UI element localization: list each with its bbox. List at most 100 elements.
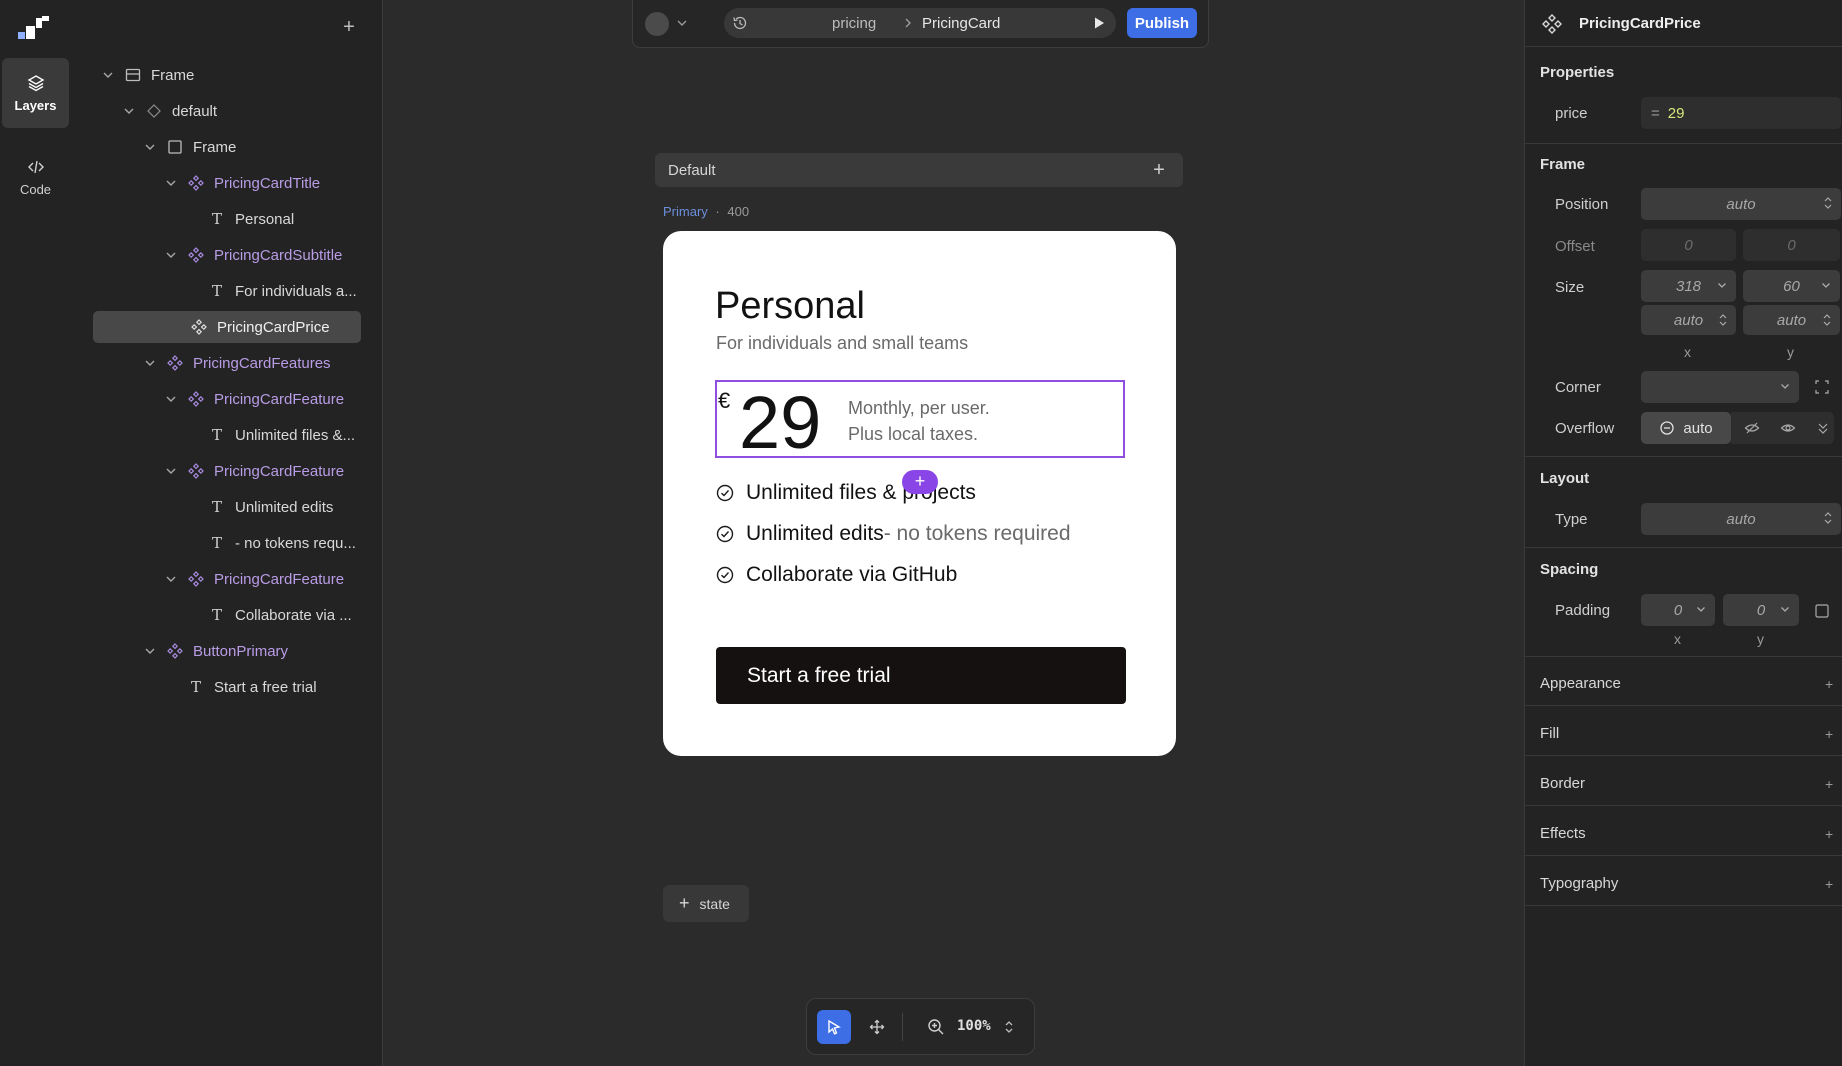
padding-y-input[interactable]: 0 (1723, 594, 1799, 626)
chevron-down-icon[interactable] (675, 16, 689, 30)
corner-expand-icon[interactable] (1814, 379, 1830, 395)
layer-row[interactable]: T Unlimited edits (185, 491, 333, 523)
layer-row[interactable]: default (122, 95, 217, 127)
price-prop-input[interactable]: = 29 (1641, 97, 1841, 129)
add-state-button[interactable]: + state (663, 885, 749, 922)
history-icon[interactable] (732, 15, 748, 31)
layer-row[interactable]: T Personal (185, 203, 294, 235)
expand-plus-icon[interactable]: + (1825, 876, 1833, 892)
layer-label: PricingCardFeatures (193, 354, 331, 372)
position-select[interactable]: auto (1641, 188, 1841, 220)
layer-row[interactable]: Frame (143, 131, 236, 163)
select-tool-button[interactable] (817, 1010, 851, 1044)
size-height-value: 60 (1783, 277, 1800, 295)
pricing-card-feature[interactable]: Unlimited edits - no tokens required (716, 522, 1071, 546)
avatar[interactable] (645, 12, 669, 36)
variant-bar[interactable]: Default + (655, 153, 1183, 187)
start-free-trial-button[interactable]: Start a free trial (716, 647, 1126, 704)
chevron-down-icon[interactable] (101, 68, 115, 82)
layer-row[interactable]: T Collaborate via ... (185, 599, 352, 631)
chevron-down-icon[interactable] (143, 140, 157, 154)
padding-axis-y: y (1757, 631, 1764, 647)
publish-button[interactable]: Publish (1127, 8, 1197, 38)
offset-x-input[interactable]: 0 (1641, 229, 1736, 261)
divider (1525, 905, 1842, 906)
zoom-icon[interactable] (927, 1018, 945, 1036)
chevron-down-icon[interactable] (143, 356, 157, 370)
padding-axis-x: x (1674, 631, 1681, 647)
size-height-input[interactable]: 60 (1743, 270, 1840, 302)
eye-icon[interactable] (1780, 420, 1796, 436)
padding-expand-icon[interactable] (1814, 603, 1830, 619)
zoom-level[interactable]: 100% (957, 1018, 991, 1034)
chevron-down-icon[interactable] (164, 176, 178, 190)
chevrons-down-icon[interactable] (1815, 420, 1831, 436)
rail-code-button[interactable]: Code (2, 142, 69, 212)
layer-row[interactable]: Frame (101, 59, 194, 91)
overflow-auto-button[interactable]: auto (1641, 412, 1731, 444)
play-icon[interactable] (1092, 16, 1106, 30)
price-prop-eq: = (1651, 104, 1660, 122)
chevron-updown-icon[interactable] (1003, 1019, 1015, 1035)
size-width-input[interactable]: 318 (1641, 270, 1736, 302)
layer-row[interactable]: T Unlimited files &... (185, 419, 355, 451)
layer-row[interactable]: T Start a free trial (164, 671, 317, 703)
layer-row[interactable]: PricingCardFeature (164, 383, 344, 415)
add-variant-plus-icon[interactable]: + (1150, 160, 1168, 180)
size-min-width-input[interactable]: auto (1641, 305, 1736, 335)
section-appearance[interactable]: Appearance (1540, 675, 1621, 692)
layer-row[interactable]: PricingCardFeature (164, 563, 344, 595)
chevron-down-icon (1822, 283, 1830, 288)
position-label: Position (1555, 196, 1609, 213)
layer-row[interactable]: PricingCardSubtitle (164, 239, 342, 271)
size-min-height-input[interactable]: auto (1743, 305, 1840, 335)
divider (1525, 805, 1842, 806)
layer-row[interactable]: T - no tokens requ... (185, 527, 356, 559)
pricing-card-price[interactable]: € 29 Monthly, per user. Plus local taxes… (715, 380, 1125, 464)
layer-row[interactable]: PricingCardTitle (164, 167, 320, 199)
chevron-down-icon[interactable] (164, 248, 178, 262)
expand-plus-icon[interactable]: + (1825, 826, 1833, 842)
expand-plus-icon[interactable]: + (1825, 776, 1833, 792)
corner-select[interactable] (1641, 371, 1799, 403)
move-tool-button[interactable] (860, 1010, 894, 1044)
size-label: Size (1555, 279, 1585, 296)
expand-plus-icon[interactable]: + (1825, 676, 1833, 692)
chevron-down-icon[interactable] (164, 464, 178, 478)
section-border[interactable]: Border (1540, 775, 1585, 792)
chevron-down-icon[interactable] (143, 644, 157, 658)
expand-plus-icon[interactable]: + (1825, 726, 1833, 742)
app-logo-icon[interactable] (18, 16, 50, 40)
layer-label: PricingCardFeature (214, 570, 345, 588)
frame-meta-dot: · (715, 204, 720, 219)
layer-row[interactable]: PricingCardFeatures (143, 347, 331, 379)
insert-plus-icon[interactable]: + (902, 470, 938, 494)
offset-y-input[interactable]: 0 (1743, 229, 1840, 261)
breadcrumb-item-pricingcard[interactable]: PricingCard (922, 15, 1000, 32)
pricing-card-subtitle[interactable]: For individuals and small teams (716, 333, 968, 354)
layer-row[interactable]: ButtonPrimary (143, 635, 288, 667)
toolbar-divider (902, 1013, 903, 1041)
variant-icon (146, 103, 162, 119)
layer-row[interactable]: T For individuals a... (185, 275, 357, 307)
layer-row[interactable]: PricingCardFeature (164, 455, 344, 487)
pricing-card-title[interactable]: Personal (715, 285, 865, 328)
chevron-down-icon[interactable] (164, 392, 178, 406)
section-fill[interactable]: Fill (1540, 725, 1559, 742)
layer-row[interactable]: PricingCardPrice (93, 311, 361, 343)
add-layer-plus-icon[interactable]: + (340, 17, 358, 37)
pricing-card[interactable]: Personal For individuals and small teams… (663, 231, 1176, 756)
breadcrumb-item-pricing[interactable]: pricing (832, 15, 876, 32)
layout-type-select[interactable]: auto (1641, 503, 1841, 535)
divider (1525, 755, 1842, 756)
chevron-down-icon[interactable] (122, 104, 136, 118)
layout-section-title: Layout (1540, 470, 1590, 487)
pricing-card-feature[interactable]: Collaborate via GitHub (716, 563, 957, 587)
section-effects[interactable]: Effects (1540, 825, 1586, 842)
chevron-down-icon[interactable] (164, 572, 178, 586)
eye-off-icon[interactable] (1744, 420, 1760, 436)
section-typography[interactable]: Typography (1540, 875, 1618, 892)
rail-layers-button[interactable]: Layers (2, 58, 69, 128)
padding-x-input[interactable]: 0 (1641, 594, 1715, 626)
